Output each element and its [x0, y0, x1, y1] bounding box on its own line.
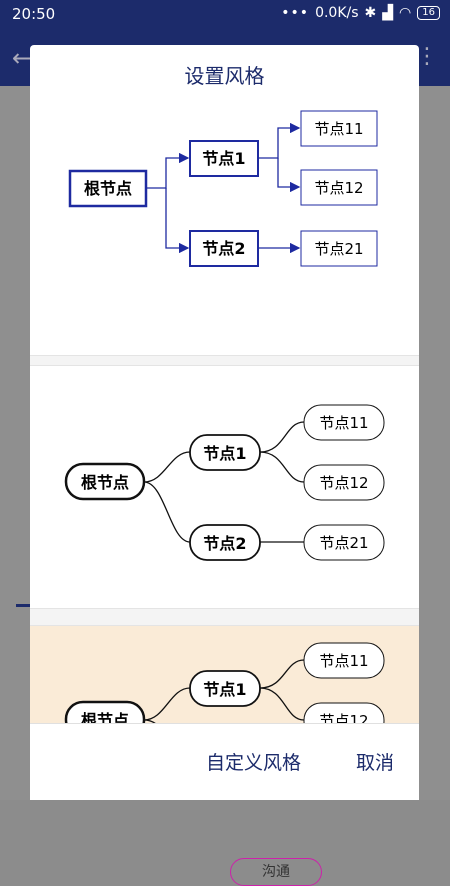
notification-dots: ••• [281, 5, 310, 21]
style1-node-21: 节点21 [314, 240, 363, 258]
style-dialog: 设置风格 根节点 节点1 节点2 节点11 节点12 节点21 根节点 节点1 … [30, 45, 419, 800]
network-speed: 0.0K/s [315, 5, 359, 21]
style2-node-21: 节点21 [319, 534, 368, 552]
background-tab-indicator [16, 604, 30, 607]
bluetooth-icon: ✱ [364, 5, 377, 21]
style3-root-node: 根节点 [81, 711, 129, 723]
style-list[interactable]: 根节点 节点1 节点2 节点11 节点12 节点21 根节点 节点1 节点2 节… [30, 103, 419, 723]
battery-icon: 16 [417, 6, 440, 20]
background-mindmap-node: 沟通 [230, 858, 322, 886]
style-preview-rounded: 根节点 节点1 节点2 节点11 节点12 节点21 [64, 404, 385, 561]
style-option-warm[interactable]: 根节点 节点1 节点11 节点12 [30, 625, 419, 723]
style3-node-12: 节点12 [319, 712, 368, 723]
style2-node-1: 节点1 [203, 444, 246, 463]
style2-node-2: 节点2 [203, 534, 246, 553]
style-option-rounded[interactable]: 根节点 节点1 节点2 节点11 节点12 节点21 [30, 365, 419, 609]
style3-node-11: 节点11 [319, 652, 368, 670]
style2-node-11: 节点11 [319, 414, 368, 432]
wifi-icon: ◠ [399, 5, 412, 21]
style-preview-boxes: 根节点 节点1 节点2 节点11 节点12 节点21 [68, 110, 378, 267]
style-preview-warm: 根节点 节点1 节点11 节点12 [64, 642, 385, 723]
style1-root-node: 根节点 [84, 179, 132, 198]
style-option-boxes[interactable]: 根节点 节点1 节点2 节点11 节点12 节点21 [30, 103, 419, 356]
style2-node-12: 节点12 [319, 474, 368, 492]
style2-root-node: 根节点 [81, 473, 129, 492]
status-icons: ••• 0.0K/s ✱ ▟ ◠ 16 [281, 5, 440, 21]
custom-style-button[interactable]: 自定义风格 [206, 748, 301, 775]
style1-node-12: 节点12 [314, 179, 363, 197]
status-bar: 20:50 ••• 0.0K/s ✱ ▟ ◠ 16 [0, 0, 450, 30]
signal-icon: ▟ [382, 5, 394, 21]
style1-node-11: 节点11 [314, 120, 363, 138]
style1-node-2: 节点2 [202, 239, 245, 258]
more-icon: ⋮ [416, 44, 438, 69]
dialog-footer: 自定义风格 取消 [30, 723, 419, 800]
style3-node-1: 节点1 [203, 680, 246, 699]
cancel-button[interactable]: 取消 [356, 748, 394, 775]
style1-node-1: 节点1 [202, 149, 245, 168]
status-time: 20:50 [12, 5, 56, 23]
dialog-title: 设置风格 [184, 64, 265, 88]
